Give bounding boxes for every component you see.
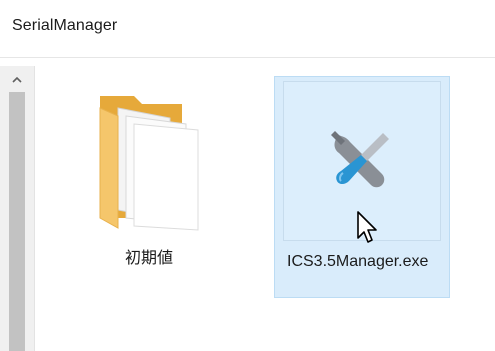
vertical-scrollbar[interactable]: [0, 66, 35, 351]
file-item-exe[interactable]: ICS3.5Manager.exe: [274, 76, 450, 298]
mouse-pointer-icon: [357, 211, 377, 243]
file-name: 初期値: [124, 250, 173, 267]
tools-icon: [331, 131, 389, 188]
file-name: ICS3.5Manager.exe: [287, 253, 429, 270]
scroll-up-icon[interactable]: [10, 73, 24, 87]
folder-icon: [99, 96, 199, 231]
file-item-folder[interactable]: 初期値: [78, 78, 220, 300]
scrollbar-thumb[interactable]: [9, 92, 25, 351]
toolbar-divider: [0, 57, 495, 58]
address-bar[interactable]: SerialManager: [0, 0, 495, 58]
address-path[interactable]: SerialManager: [12, 17, 117, 35]
